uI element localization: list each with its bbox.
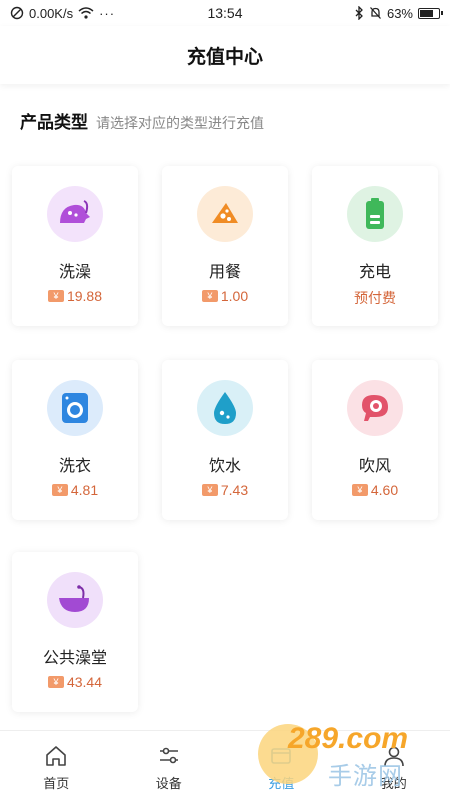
tab-label: 首页 <box>43 776 70 791</box>
status-bar: 0.00K/s ··· 13:54 63% <box>0 0 450 26</box>
product-name: 充电 <box>358 264 391 281</box>
product-price: ¥ 7.43 <box>201 482 249 498</box>
sliders-icon <box>159 747 178 764</box>
hair-dryer-icon <box>347 380 403 436</box>
battery-charge-icon <box>347 186 403 242</box>
product-price: ¥ 19.88 <box>47 288 103 304</box>
product-card-charge[interactable]: 充电 预付费 <box>312 166 438 326</box>
price-value: 1.00 <box>220 288 249 304</box>
yen-badge: ¥ <box>201 290 218 302</box>
status-right: 63% <box>354 5 443 21</box>
price-value: 19.88 <box>66 288 103 304</box>
battery-fill <box>420 9 433 17</box>
public-bath-icon <box>47 572 103 628</box>
product-card-shower[interactable]: 洗澡 ¥ 19.88 <box>12 166 138 326</box>
product-name: 吹风 <box>358 458 391 475</box>
product-card-water[interactable]: 饮水 ¥ 7.43 <box>162 360 288 520</box>
more-icon: ··· <box>99 5 116 21</box>
product-card-public-bath[interactable]: 公共澡堂 ¥ 43.44 <box>12 552 138 712</box>
product-name: 用餐 <box>208 264 241 281</box>
product-price: ¥ 4.60 <box>351 482 399 498</box>
product-name: 洗衣 <box>58 458 91 475</box>
watermark-text: 手游网 <box>328 763 403 790</box>
status-left: 0.00K/s ··· <box>10 6 115 21</box>
product-price: ¥ 1.00 <box>201 288 249 304</box>
price-value: 4.81 <box>70 482 99 498</box>
page-title: 充值中心 <box>186 46 263 68</box>
home-icon <box>46 746 67 766</box>
network-speed: 0.00K/s <box>29 5 74 21</box>
wifi-icon <box>78 7 94 19</box>
shower-icon <box>47 186 103 242</box>
meal-icon <box>197 186 253 242</box>
no-sim-icon <box>10 6 24 20</box>
product-card-hairdryer[interactable]: 吹风 ¥ 4.60 <box>312 360 438 520</box>
battery-icon <box>418 7 443 19</box>
tab-label: 设备 <box>155 776 182 791</box>
tab-home[interactable]: 首页 <box>0 731 113 800</box>
product-name: 饮水 <box>208 458 241 475</box>
product-name: 公共澡堂 <box>42 650 107 667</box>
mute-bell-icon <box>369 7 381 19</box>
price-value: 预付费 <box>354 290 396 306</box>
product-card-meal[interactable]: 用餐 ¥ 1.00 <box>162 166 288 326</box>
nav-bar: 充值中心 <box>0 26 450 84</box>
product-price: 预付费 <box>354 288 396 308</box>
tab-device[interactable]: 设备 <box>113 731 226 800</box>
product-price: ¥ 4.81 <box>51 482 99 498</box>
yen-badge: ¥ <box>351 484 368 496</box>
yen-badge: ¥ <box>51 484 68 496</box>
price-value: 7.43 <box>220 482 249 498</box>
section-hint: 请选择对应的类型进行充值 <box>96 115 264 131</box>
watermark: 289.com 手游网 <box>258 722 450 800</box>
battery-percent: 63% <box>386 5 413 21</box>
product-price: ¥ 43.44 <box>47 674 103 690</box>
price-value: 43.44 <box>66 674 103 690</box>
yen-badge: ¥ <box>47 290 64 302</box>
washing-machine-icon <box>47 380 103 436</box>
yen-badge: ¥ <box>201 484 218 496</box>
water-drop-icon <box>197 380 253 436</box>
yen-badge: ¥ <box>47 676 64 688</box>
section-title: 产品类型 <box>20 113 88 132</box>
price-value: 4.60 <box>370 482 399 498</box>
bluetooth-icon <box>355 6 363 20</box>
section-header: 产品类型 请选择对应的类型进行充值 <box>20 108 264 133</box>
product-name: 洗澡 <box>58 264 91 281</box>
product-card-laundry[interactable]: 洗衣 ¥ 4.81 <box>12 360 138 520</box>
watermark-number: 289.com <box>288 722 409 755</box>
